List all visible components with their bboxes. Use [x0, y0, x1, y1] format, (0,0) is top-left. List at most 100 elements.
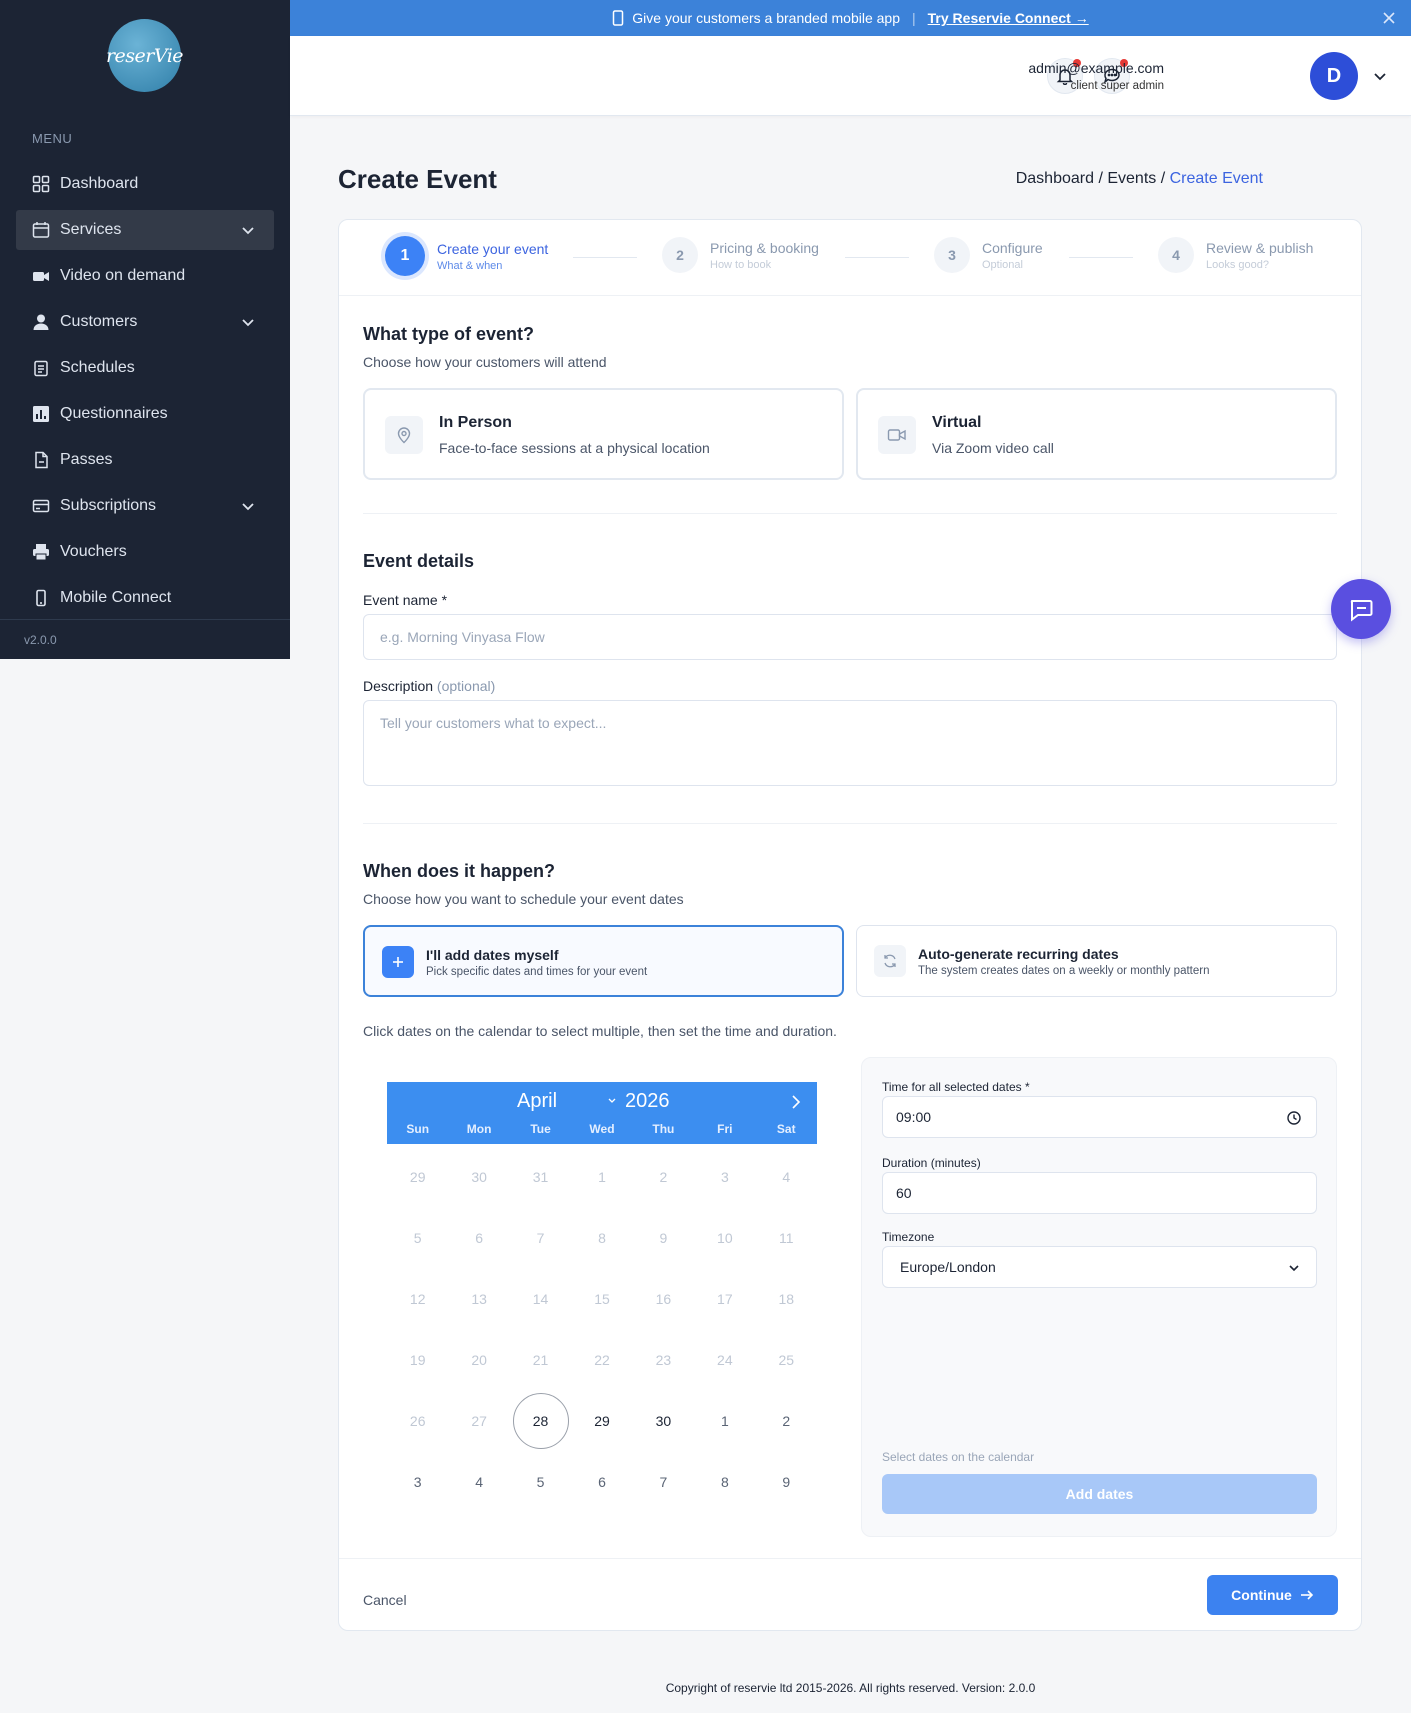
calendar-day: 23	[655, 1352, 672, 1368]
avatar[interactable]: D	[1310, 52, 1358, 100]
sidebar-nav: Dashboard Services Video on demand Custo…	[16, 164, 274, 624]
mode-subtitle: Pick specific dates and times for your e…	[426, 966, 648, 978]
breadcrumb-events[interactable]: Events /	[1107, 170, 1165, 187]
menu-label: MENU	[32, 131, 73, 146]
calendar-day[interactable]: 8	[697, 1454, 753, 1510]
try-reservie-connect-link[interactable]: Try Reservie Connect →	[928, 10, 1089, 26]
support-chat-button[interactable]	[1331, 579, 1391, 639]
timezone-value: Europe/London	[900, 1259, 996, 1275]
calendar-day[interactable]: 7	[635, 1454, 691, 1510]
event-type-virtual[interactable]: Virtual Via Zoom video call	[856, 388, 1337, 480]
calendar-day: 20	[471, 1352, 487, 1368]
sidebar-item-video-on-demand[interactable]: Video on demand	[16, 256, 274, 296]
calendar-day: 21	[532, 1352, 549, 1368]
banner-text: Give your customers a branded mobile app	[632, 10, 900, 26]
duration-input[interactable]: 60	[882, 1172, 1317, 1214]
phone-icon	[32, 589, 50, 607]
mode-auto-recurring[interactable]: Auto-generate recurring dates The system…	[856, 925, 1337, 997]
calendar-day: 16	[655, 1291, 672, 1307]
month-select[interactable]: April	[517, 1090, 557, 1113]
time-input[interactable]: 09:00	[882, 1096, 1317, 1138]
sidebar-item-questionnaires[interactable]: Questionnaires	[16, 394, 274, 434]
sidebar-item-subscriptions[interactable]: Subscriptions	[16, 486, 274, 526]
calendar-day[interactable]: 5	[513, 1454, 569, 1510]
calendar-day: 8	[598, 1230, 606, 1246]
calendar-day[interactable]: 6	[574, 1454, 630, 1510]
step-4[interactable]: 4 Review & publish Looks good?	[1158, 237, 1313, 273]
optional-tag: (optional)	[436, 678, 496, 694]
calendar-day[interactable]: 4	[451, 1454, 507, 1510]
calendar-day[interactable]: 2	[758, 1393, 814, 1449]
sidebar-item-schedules[interactable]: Schedules	[16, 348, 274, 388]
year-input[interactable]: 2026	[625, 1090, 670, 1113]
chevron-down-icon[interactable]	[607, 1096, 617, 1106]
document-icon	[32, 451, 50, 469]
step-number: 3	[934, 237, 970, 273]
sidebar-item-label: Video on demand	[60, 267, 186, 284]
sidebar-item-dashboard[interactable]: Dashboard	[16, 164, 274, 204]
schedule-subtitle: Choose how you want to schedule your eve…	[363, 891, 684, 907]
refresh-icon	[874, 945, 906, 977]
mode-manual-dates[interactable]: I'll add dates myself Pick specific date…	[363, 925, 844, 997]
step-3[interactable]: 3 Configure Optional	[934, 237, 1043, 273]
calendar-day: 14	[532, 1291, 549, 1307]
sidebar-divider	[0, 619, 290, 620]
duration-value: 60	[896, 1185, 912, 1201]
sidebar-item-customers[interactable]: Customers	[16, 302, 274, 342]
event-name-input[interactable]	[363, 614, 1337, 660]
chevron-down-icon[interactable]	[1372, 68, 1388, 84]
timezone-select[interactable]: Europe/London	[882, 1246, 1317, 1288]
section-divider	[363, 513, 1337, 514]
add-dates-button[interactable]: Add dates	[882, 1474, 1317, 1514]
schedule-title: When does it happen?	[363, 861, 555, 881]
chevron-right-icon[interactable]	[789, 1094, 803, 1110]
plus-icon	[382, 946, 414, 978]
sidebar-item-mobile-connect[interactable]: Mobile Connect	[16, 578, 274, 618]
calendar-day: 1	[598, 1169, 606, 1185]
calendar-day[interactable]: 9	[758, 1454, 814, 1510]
event-details-title: Event details	[363, 551, 475, 571]
step-1[interactable]: 1 Create your event What & when	[385, 236, 548, 276]
event-type-title: What type of event?	[363, 324, 535, 344]
close-icon[interactable]	[1381, 10, 1397, 26]
create-event-card: 1 Create your event What & when 2 Pricing…	[338, 219, 1362, 1631]
calendar-day[interactable]: 29	[574, 1393, 630, 1449]
step-2[interactable]: 2 Pricing & booking How to book	[662, 237, 819, 273]
time-label: Time for all selected dates *	[882, 1080, 1030, 1094]
calendar-day: 15	[594, 1291, 610, 1307]
calendar-day[interactable]: 3	[390, 1454, 446, 1510]
chevron-down-icon	[242, 319, 254, 327]
calendar-day[interactable]: 1	[697, 1393, 753, 1449]
top-header: admin@example.com client super admin D	[290, 36, 1411, 116]
calendar-day-today[interactable]: 28	[512, 1393, 569, 1449]
option-subtitle: Face-to-face sessions at a physical loca…	[439, 440, 710, 456]
sidebar-item-label: Services	[60, 221, 122, 238]
step-connector	[845, 257, 909, 258]
calendar-day: 13	[471, 1291, 487, 1307]
calendar-day: 10	[717, 1230, 733, 1246]
continue-button[interactable]: Continue	[1207, 1575, 1338, 1615]
weekday-label: Mon	[466, 1122, 492, 1136]
breadcrumb-current: Create Event	[1169, 170, 1263, 187]
cancel-button[interactable]: Cancel	[363, 1592, 407, 1608]
calendar-day: 25	[778, 1352, 795, 1368]
event-type-in-person[interactable]: In Person Face-to-face sessions at a phy…	[363, 388, 844, 480]
description-label-text: Description	[363, 678, 434, 694]
weekday-label: Tue	[530, 1122, 551, 1136]
time-settings-panel: Time for all selected dates * 09:00 Dura…	[861, 1057, 1337, 1537]
breadcrumb-dashboard[interactable]: Dashboard /	[1016, 170, 1103, 187]
sidebar-item-vouchers[interactable]: Vouchers	[16, 532, 274, 572]
sidebar-item-services[interactable]: Services	[16, 210, 274, 250]
option-title: In Person	[439, 414, 512, 431]
reservie-logo[interactable]: reserVie	[106, 19, 184, 92]
description-input[interactable]	[363, 700, 1337, 786]
weekday-label: Sun	[406, 1122, 430, 1136]
calendar-day: 22	[594, 1352, 610, 1368]
banner-separator: |	[912, 10, 916, 26]
sidebar-item-passes[interactable]: Passes	[16, 440, 274, 480]
page-title: Create Event	[338, 164, 497, 194]
user-email[interactable]: admin@example.com	[1028, 60, 1164, 76]
clock-icon[interactable]	[1286, 1110, 1302, 1126]
step-subtitle: How to book	[710, 258, 772, 271]
calendar-day[interactable]: 30	[635, 1393, 691, 1449]
